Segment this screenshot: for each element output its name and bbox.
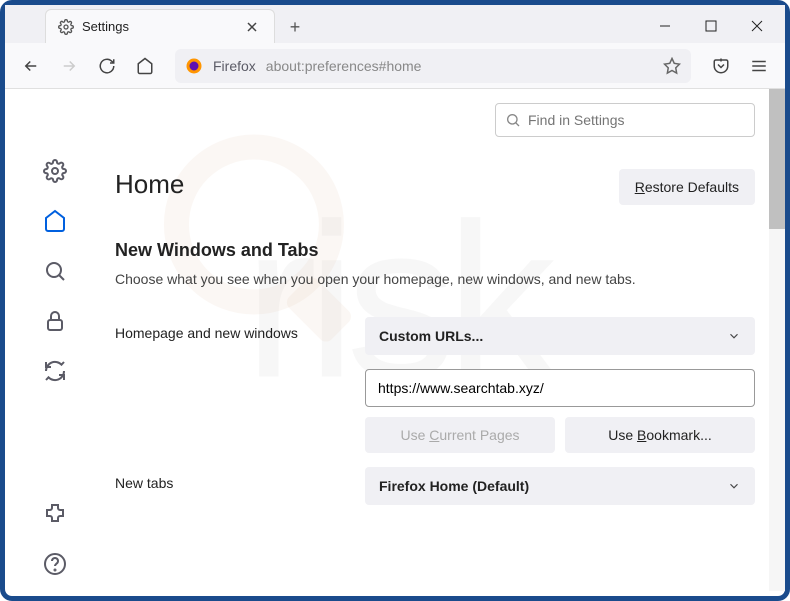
section-description: Choose what you see when you open your h… [115,271,755,287]
pocket-button[interactable] [705,50,737,82]
sidebar [5,89,105,596]
sidebar-general-icon[interactable] [43,159,67,183]
main-panel: Home Restore Defaults New Windows and Ta… [105,89,785,596]
homepage-label: Homepage and new windows [115,317,345,341]
maximize-button[interactable] [688,10,734,42]
sidebar-sync-icon[interactable] [43,359,67,383]
home-button[interactable] [129,50,161,82]
bookmark-star-icon[interactable] [663,57,681,75]
search-icon [505,112,521,128]
urlbar-text: about:preferences#home [266,58,422,74]
sidebar-help-icon[interactable] [43,552,67,576]
window-controls [642,10,780,42]
sidebar-extensions-icon[interactable] [43,502,67,526]
browser-tab[interactable]: Settings [45,9,275,43]
app-menu-button[interactable] [743,50,775,82]
sidebar-home-icon[interactable] [43,209,67,233]
toolbar: Firefox about:preferences#home [5,43,785,89]
homepage-dropdown-value: Custom URLs... [379,328,483,344]
use-current-pages-button[interactable]: Use Current Pages [365,417,555,453]
new-tab-button[interactable]: + [279,11,311,43]
chevron-down-icon [727,479,741,493]
close-tab-button[interactable] [242,17,262,37]
close-window-button[interactable] [734,10,780,42]
restore-defaults-button[interactable]: Restore Defaults [619,169,755,205]
chevron-down-icon [727,329,741,343]
back-button[interactable] [15,50,47,82]
find-settings [495,103,755,137]
firefox-icon [185,57,203,75]
newtabs-dropdown-value: Firefox Home (Default) [379,478,529,494]
minimize-button[interactable] [642,10,688,42]
tab-title: Settings [82,19,234,34]
forward-button[interactable] [53,50,85,82]
find-settings-input[interactable] [495,103,755,137]
newtabs-label: New tabs [115,467,345,491]
sidebar-search-icon[interactable] [43,259,67,283]
urlbar-prefix: Firefox [213,58,256,74]
sidebar-privacy-icon[interactable] [43,309,67,333]
section-heading: New Windows and Tabs [115,240,755,261]
homepage-dropdown[interactable]: Custom URLs... [365,317,755,355]
homepage-url-input[interactable] [365,369,755,407]
url-bar[interactable]: Firefox about:preferences#home [175,49,691,83]
use-bookmark-button[interactable]: Use Bookmark... [565,417,755,453]
newtabs-dropdown[interactable]: Firefox Home (Default) [365,467,755,505]
gear-icon [58,19,74,35]
reload-button[interactable] [91,50,123,82]
